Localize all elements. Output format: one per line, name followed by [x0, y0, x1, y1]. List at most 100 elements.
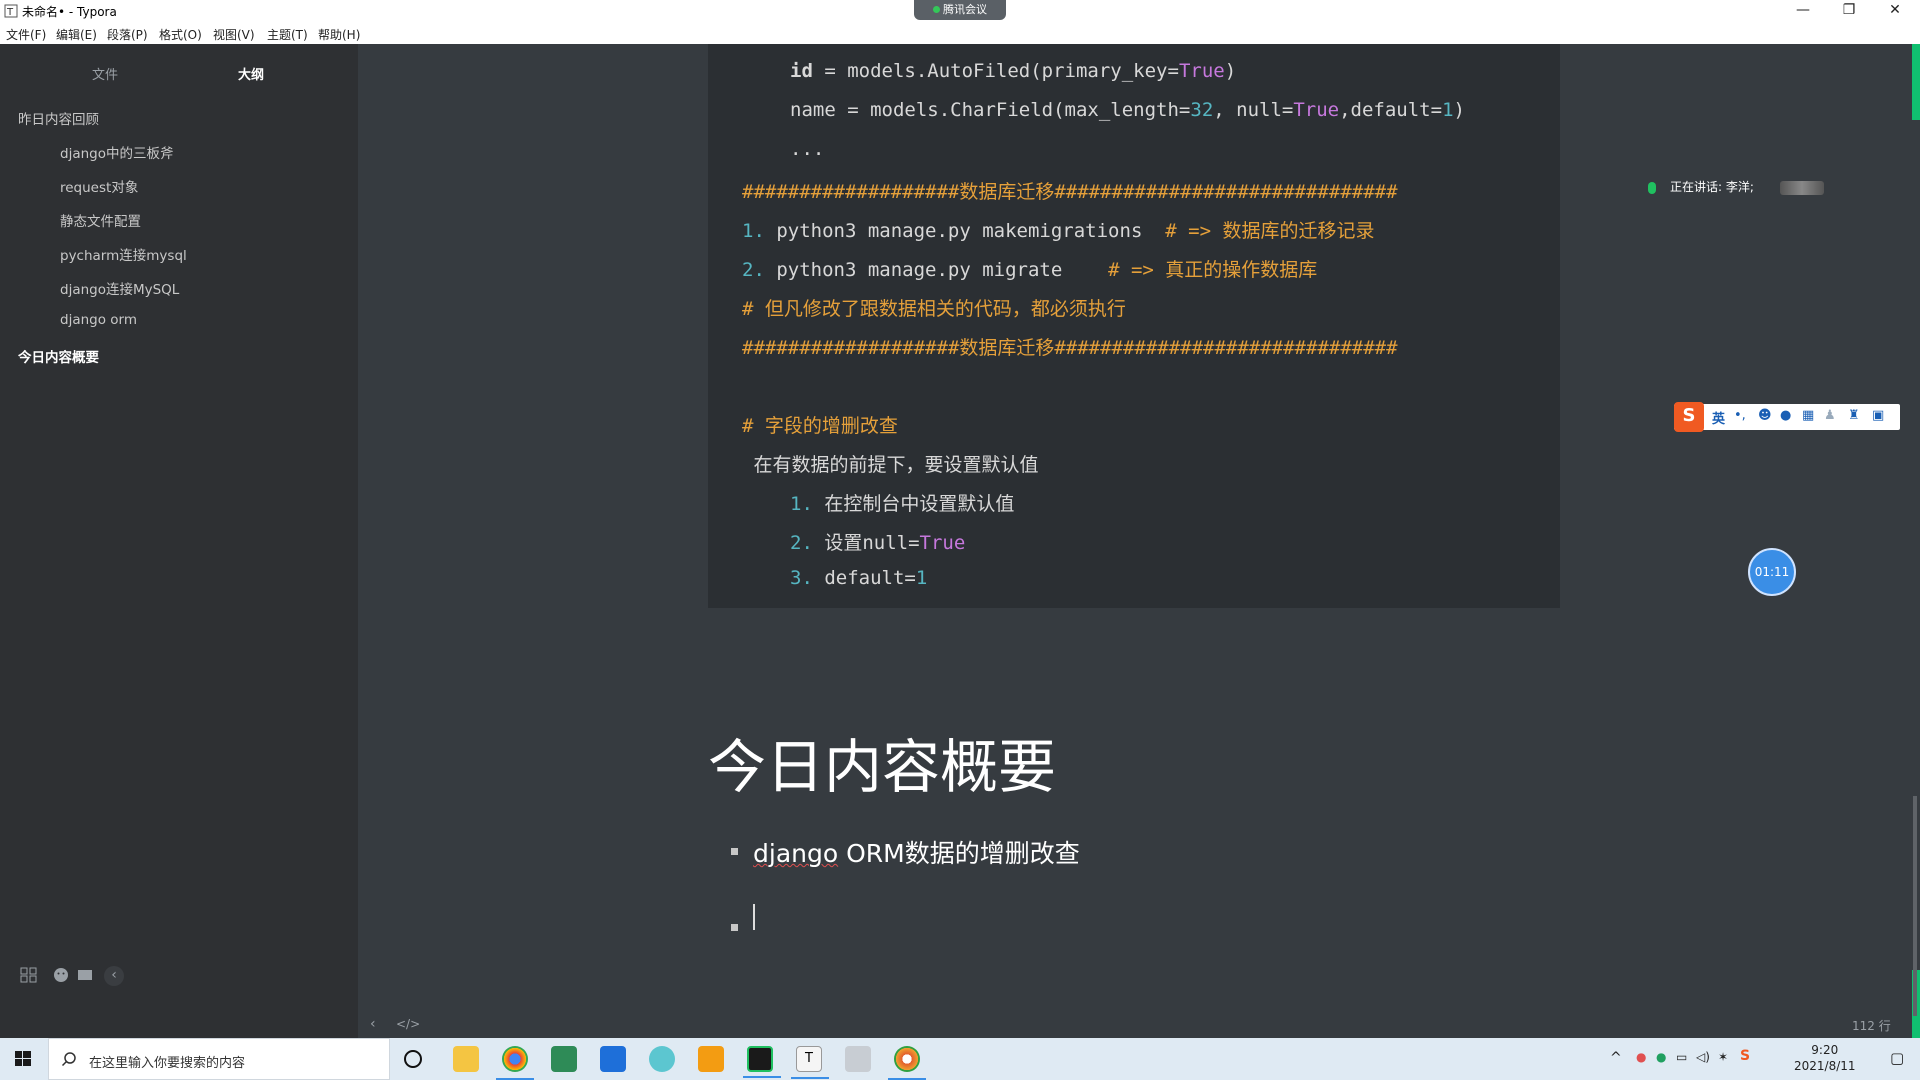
task-view-icon[interactable] [404, 1050, 422, 1068]
user-icon[interactable]: ♟ [1824, 408, 1836, 423]
tray-app-icon[interactable]: ● [1636, 1050, 1646, 1064]
typora-app-icon: T [4, 4, 18, 18]
meeting-indicator[interactable]: 腾讯会议 [914, 0, 1006, 20]
emoji-icon[interactable]: ☻ [1758, 408, 1772, 423]
chevron-up-icon[interactable]: ^ [1610, 1050, 1622, 1066]
code-line: 1. python3 manage.py makemigrations # =>… [742, 220, 1375, 242]
meeting-status-dot [933, 6, 940, 13]
taskbar: 在这里输入你要搜索的内容 T ^ ● ● ▭ ◁) ✶ S ▢ [0, 1038, 1920, 1080]
speaker-avatar [1779, 180, 1824, 195]
search-placeholder: 在这里输入你要搜索的内容 [89, 1056, 246, 1071]
code-line: ... [790, 138, 825, 160]
toolbox-icon[interactable]: ▣ [1872, 408, 1884, 423]
share-frame-right-top [1912, 44, 1920, 120]
clock[interactable]: 9:20 2021/8/11 [1794, 1042, 1856, 1074]
heading-today-overview[interactable]: 今日内容概要 [708, 720, 1056, 804]
code-line: 2. 设置null=True [790, 532, 966, 554]
browser-icon[interactable] [649, 1046, 675, 1072]
menu-file[interactable]: 文件(F) [6, 26, 46, 43]
tab-outline[interactable]: 大纲 [238, 64, 264, 83]
window-title: 未命名• - Typora [22, 5, 117, 19]
source-mode-button[interactable]: </> [396, 1017, 420, 1031]
meeting-speaker-indicator: 正在讲话: 李洋; [1648, 178, 1824, 195]
outline-item[interactable]: django orm [60, 312, 137, 328]
sogou-tray-icon[interactable]: S [1740, 1048, 1750, 1064]
outline-item[interactable]: django中的三板斧 [60, 142, 173, 162]
word-count-icon[interactable] [76, 966, 94, 984]
code-line: 1. 在控制台中设置默认值 [790, 493, 1015, 515]
pycharm-icon[interactable] [743, 1046, 781, 1078]
menu-theme[interactable]: 主题(T) [267, 26, 308, 43]
code-line: 2. python3 manage.py migrate # => 真正的操作数… [742, 259, 1318, 281]
text-cursor [753, 904, 755, 930]
code-line: # 但凡修改了跟数据相关的代码，都必须执行 [742, 298, 1126, 320]
status-bar: ‹ </> 112 行 [358, 1010, 1912, 1038]
menu-edit[interactable]: 编辑(E) [56, 26, 97, 43]
chrome-icon[interactable] [496, 1046, 534, 1080]
menu-help[interactable]: 帮助(H) [318, 26, 360, 43]
notification-icon[interactable]: ▢ [1890, 1049, 1904, 1067]
outline-item-active[interactable]: 今日内容概要 [18, 346, 99, 366]
ime-language-toggle[interactable]: 英 [1712, 408, 1725, 427]
speaker-label: 正在讲话: 李洋; [1670, 180, 1754, 194]
code-line: ###################数据库迁移################… [742, 337, 1398, 359]
app-icon[interactable] [698, 1046, 724, 1072]
menu-paragraph[interactable]: 段落(P) [107, 26, 148, 43]
clock-time: 9:20 [1811, 1043, 1839, 1057]
file-tree-icon[interactable] [20, 966, 38, 984]
toggle-sidebar-button[interactable]: ‹ [370, 1016, 376, 1032]
file-explorer-icon[interactable] [453, 1046, 479, 1072]
recording-timer[interactable]: 01:11 [1748, 548, 1796, 596]
skin-icon[interactable]: ♜ [1848, 408, 1860, 423]
punctuation-icon[interactable]: •, [1734, 408, 1746, 423]
photos-icon[interactable] [600, 1046, 626, 1072]
code-line: # 字段的增删改查 [742, 415, 898, 437]
sidebar-footer: ‹ [0, 956, 358, 996]
outline-item[interactable]: 静态文件配置 [60, 210, 141, 230]
meeting-label: 腾讯会议 [943, 3, 987, 16]
minimize-button[interactable]: — [1780, 0, 1826, 22]
paint-icon[interactable] [845, 1046, 871, 1072]
close-button[interactable]: ✕ [1872, 0, 1918, 22]
menu-bar: 文件(F) 编辑(E) 段落(P) 格式(O) 视图(V) 主题(T) 帮助(H… [0, 22, 1920, 44]
system-tray: ^ ● ● ▭ ◁) ✶ S ▢ [1590, 1038, 1920, 1080]
title-bar: T 未命名• - Typora 腾讯会议 — ❐ ✕ [0, 0, 1920, 22]
voice-input-icon[interactable]: ● [1780, 408, 1791, 423]
sidebar: 文件 大纲 昨日内容回顾 django中的三板斧 request对象 静态文件配… [0, 44, 358, 1038]
line-count: 112 行 [1852, 1019, 1891, 1033]
network-icon[interactable]: ▭ [1676, 1050, 1687, 1064]
taskbar-search[interactable]: 在这里输入你要搜索的内容 [48, 1038, 390, 1080]
code-line: 在有数据的前提下，要设置默认值 [742, 454, 1039, 476]
outline-item[interactable]: pycharm连接mysql [60, 244, 187, 264]
tray-app-icon[interactable]: ✶ [1718, 1050, 1728, 1064]
menu-view[interactable]: 视图(V) [213, 26, 255, 43]
keyboard-icon[interactable]: ▦ [1802, 408, 1814, 423]
code-block[interactable]: id = models.AutoFiled(primary_key=True) … [708, 44, 1560, 608]
list-bullet [731, 848, 738, 855]
tab-files[interactable]: 文件 [92, 64, 118, 83]
menu-format[interactable]: 格式(O) [159, 26, 202, 43]
list-item[interactable]: django ORM数据的增删改查 [753, 834, 1080, 870]
ime-toolbar[interactable]: S 英 •, ☻ ● ▦ ♟ ♜ ▣ [1674, 402, 1900, 432]
typora-icon[interactable]: T [791, 1046, 829, 1079]
list-bullet [731, 924, 738, 931]
meeting-app-icon[interactable] [888, 1046, 926, 1080]
collapse-sidebar-icon[interactable]: ‹ [104, 966, 124, 986]
tray-app-icon[interactable]: ● [1656, 1050, 1666, 1064]
volume-icon[interactable]: ◁) [1696, 1050, 1710, 1064]
sogou-logo-icon: S [1674, 402, 1704, 432]
outline-item[interactable]: 昨日内容回顾 [18, 108, 99, 128]
svg-text:T: T [6, 7, 14, 18]
outline-item[interactable]: request对象 [60, 176, 138, 196]
scrollbar-thumb[interactable] [1913, 796, 1917, 1016]
code-line: 3. default=1 [790, 567, 928, 589]
maximize-button[interactable]: ❐ [1826, 0, 1872, 22]
clock-date: 2021/8/11 [1794, 1059, 1856, 1073]
search-icon [61, 1052, 76, 1067]
emoji-icon[interactable] [52, 966, 70, 984]
windows-start-icon[interactable] [8, 1038, 48, 1080]
outline-item[interactable]: django连接MySQL [60, 278, 179, 298]
notepad-icon[interactable] [551, 1046, 577, 1072]
microphone-icon [1648, 181, 1656, 194]
code-line: name = models.CharField(max_length=32, n… [790, 99, 1465, 121]
